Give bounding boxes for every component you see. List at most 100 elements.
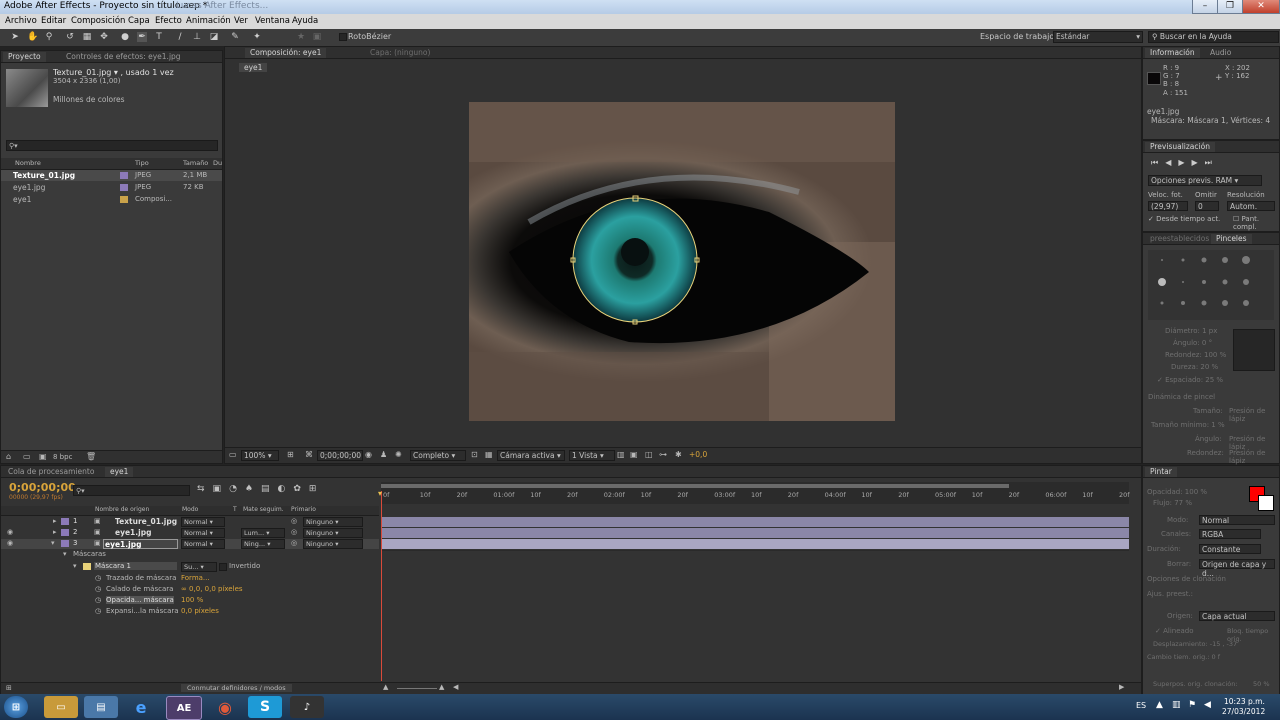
- timeline-icon[interactable]: ◫: [645, 450, 653, 459]
- comp-mini-flowchart-icon[interactable]: ⇆: [197, 484, 213, 494]
- mask-name[interactable]: Máscara 1: [94, 562, 177, 570]
- fast-previews-icon[interactable]: ▣: [630, 450, 638, 459]
- brush-presets-grid[interactable]: [1148, 250, 1274, 320]
- project-row[interactable]: eye1.jpg JPEG 72 KB: [1, 182, 222, 193]
- pickwhip-icon[interactable]: ◎: [291, 517, 297, 525]
- masks-group-label[interactable]: Máscaras: [73, 550, 106, 558]
- layer-bar[interactable]: [381, 528, 1129, 538]
- brainstorm-icon[interactable]: ✿: [293, 484, 309, 494]
- paint-mode-select[interactable]: Normal: [1199, 515, 1275, 525]
- prev-frame-icon[interactable]: ◀: [1165, 158, 1178, 167]
- eraser-tool-icon[interactable]: ◪: [209, 32, 219, 42]
- frame-blending-icon[interactable]: ▤: [261, 484, 278, 494]
- zoom-select[interactable]: 100% ▾: [241, 450, 279, 461]
- layer-bar[interactable]: [381, 517, 1129, 527]
- camera-select[interactable]: Cámara activa ▾: [497, 450, 565, 461]
- time-ruler[interactable]: 0f 10f 20f 01:00f 10f 20f 02:00f 10f 20f 03:00f 10…: [381, 482, 1130, 504]
- comp-breadcrumb[interactable]: eye1: [239, 63, 268, 72]
- col-source-name[interactable]: Nombre de origen: [95, 506, 149, 513]
- menu-editar[interactable]: Editar: [41, 16, 66, 26]
- mask-prop-value[interactable]: 100 %: [181, 596, 203, 604]
- clone-source-select[interactable]: Capa actual: [1199, 611, 1275, 621]
- mask-prop-value[interactable]: ∞ 0,0, 0,0 píxeles: [181, 585, 243, 593]
- layer-bar[interactable]: [381, 539, 1129, 549]
- tab-render-queue[interactable]: Cola de procesamiento: [3, 467, 99, 476]
- pixel-aspect-icon[interactable]: ▥: [617, 450, 625, 459]
- layer-row[interactable]: ◉ ▾ 3 ▣ eye1.jpg Normal ▾ Ning... ▾ ◎ Ni…: [1, 539, 379, 549]
- collapse-arrow-icon[interactable]: ▾: [51, 539, 55, 547]
- tray-time[interactable]: 10:23 p.m.: [1224, 697, 1265, 706]
- layer-parent-select[interactable]: Ninguno ▾: [303, 517, 363, 527]
- region-icon[interactable]: ⊞: [287, 450, 294, 459]
- playhead-icon[interactable]: ▾: [378, 489, 382, 498]
- bit-depth-label[interactable]: 8 bpc: [53, 453, 72, 461]
- brush-roundness[interactable]: Redondez: 100 %: [1165, 351, 1226, 359]
- visibility-eye-icon[interactable]: ◉: [7, 528, 13, 536]
- volume-icon[interactable]: ◀: [1204, 700, 1211, 710]
- toggle-switches-icon[interactable]: ⊞: [6, 684, 12, 692]
- mask-ellipse-tool-icon[interactable]: ●: [120, 32, 130, 42]
- layer-mode-select[interactable]: Normal ▾: [181, 528, 225, 538]
- menu-capa[interactable]: Capa: [128, 16, 150, 26]
- brush-diameter[interactable]: Diámetro: 1 px: [1165, 327, 1217, 335]
- col-parent[interactable]: Primario: [291, 506, 316, 513]
- label-swatch[interactable]: [61, 518, 69, 525]
- col-du[interactable]: Du: [213, 159, 222, 167]
- clone-overlay[interactable]: Superpos. orig. clonación:: [1153, 680, 1238, 688]
- menu-ayuda[interactable]: Ayuda: [292, 16, 318, 26]
- zoom-slider[interactable]: [397, 688, 437, 689]
- help-search-input[interactable]: ⚲ Buscar en la Ayuda: [1148, 31, 1279, 43]
- zoom-tool-icon[interactable]: ⚲: [44, 32, 54, 42]
- brush-roundness2-option[interactable]: Presión de lápiz: [1229, 449, 1279, 465]
- tab-informacion[interactable]: Información: [1145, 48, 1200, 58]
- menu-ventana[interactable]: Ventana: [255, 16, 290, 26]
- project-row[interactable]: eye1 Composi...: [1, 194, 222, 205]
- paint-flow[interactable]: Flujo: 77 %: [1153, 499, 1192, 507]
- col-tamano[interactable]: Tamaño: [183, 159, 208, 167]
- camera-snapshot-icon[interactable]: ⌘: [305, 450, 313, 459]
- after-effects-taskbar-icon[interactable]: AE: [166, 696, 202, 720]
- layer-parent-select[interactable]: Ninguno ▾: [303, 528, 363, 538]
- file-explorer-icon[interactable]: ▭: [44, 696, 78, 718]
- from-current-checkbox[interactable]: ✓ Desde tiempo act.: [1148, 215, 1220, 223]
- tab-proyecto[interactable]: Proyecto: [3, 52, 46, 62]
- always-preview-icon[interactable]: ▭: [229, 450, 237, 459]
- workspace-select[interactable]: Estándar ▾: [1053, 31, 1143, 43]
- inverted-checkbox[interactable]: [219, 563, 227, 571]
- brush-hardness[interactable]: Dureza: 20 %: [1171, 363, 1218, 371]
- project-search-input[interactable]: ⚲▾: [6, 140, 218, 151]
- skip-input[interactable]: 0: [1195, 201, 1219, 211]
- clone-aligned[interactable]: ✓ Alineado: [1155, 627, 1194, 635]
- pickwhip-icon[interactable]: ◎: [291, 539, 297, 547]
- network-icon[interactable]: ▥: [1172, 700, 1181, 710]
- new-folder-icon[interactable]: ▭: [23, 452, 31, 461]
- zoom-out-icon[interactable]: ▲: [383, 683, 388, 691]
- internet-explorer-icon[interactable]: e: [124, 696, 158, 718]
- roto-brush-tool-icon[interactable]: ✎: [230, 32, 240, 42]
- start-button-icon[interactable]: ⊞: [4, 696, 28, 718]
- motion-blur-icon[interactable]: ◐: [278, 484, 294, 494]
- tab-preestablecidos[interactable]: preestablecidos: [1145, 234, 1214, 243]
- chrome-icon[interactable]: ◉: [208, 696, 242, 718]
- notes-app-icon[interactable]: ▤: [84, 696, 118, 718]
- current-time-indicator[interactable]: [381, 491, 382, 681]
- expand-arrow-icon[interactable]: ▸: [53, 528, 57, 536]
- brush-angle[interactable]: Ángulo: 0 °: [1173, 339, 1212, 347]
- background-color-swatch[interactable]: [1258, 495, 1274, 511]
- stopwatch-icon[interactable]: ◷: [95, 585, 101, 593]
- timeline-timecode[interactable]: 0;00;00;00: [9, 481, 76, 494]
- show-snapshot-icon[interactable]: ♟: [380, 450, 387, 459]
- layer-name[interactable]: eye1.jpg: [103, 539, 178, 549]
- tab-composition[interactable]: Composición: eye1: [245, 48, 327, 58]
- menu-animacion[interactable]: Animación: [186, 16, 231, 26]
- roi-icon[interactable]: ⊡: [471, 450, 478, 459]
- action-center-icon[interactable]: ⚑: [1188, 700, 1196, 710]
- rotate-tool-icon[interactable]: ↺: [65, 32, 75, 42]
- flowchart-icon[interactable]: ⊶: [659, 450, 667, 459]
- toggle-switches-modes[interactable]: Conmutar definidores / modos: [181, 684, 292, 692]
- layer-row[interactable]: ▸ 1 ▣ Texture_01.jpg Normal ▾ ◎ Ninguno …: [1, 517, 379, 527]
- menu-ver[interactable]: Ver: [234, 16, 248, 26]
- stopwatch-icon[interactable]: ◷: [95, 607, 101, 615]
- paint-opacity[interactable]: Opacidad: 100 %: [1147, 488, 1207, 496]
- menu-composicion[interactable]: Composición: [71, 16, 125, 26]
